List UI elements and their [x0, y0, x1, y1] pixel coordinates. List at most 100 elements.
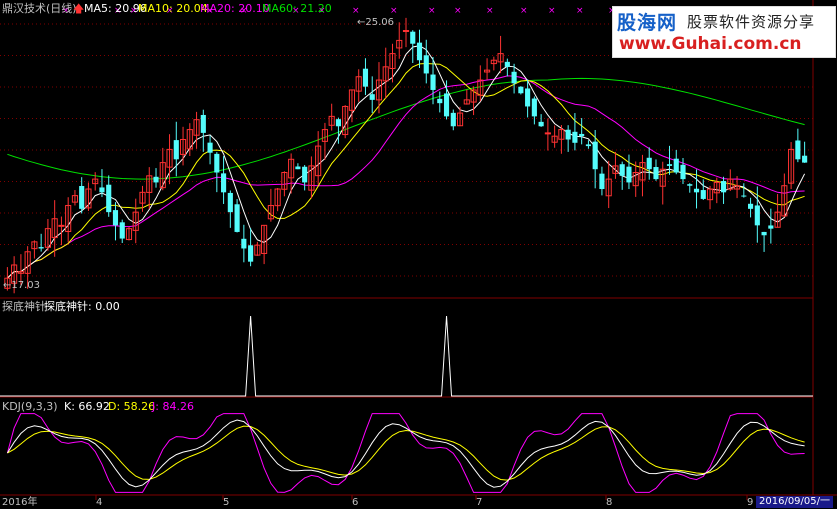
candle-body-down [693, 188, 700, 193]
candle-body-down [437, 98, 443, 104]
cross-marker: × [520, 6, 528, 16]
candle-body-down [666, 164, 673, 166]
kdj-d-line [7, 425, 805, 481]
watermark-logo: 股海网 股票软件资源分享 www.Guhai.com.cn [612, 6, 836, 58]
x-tick-label: 5 [223, 497, 230, 508]
candle-body-down [525, 88, 531, 107]
candle-body-down [511, 71, 517, 84]
stock-chart[interactable]: ××××××××××××××××××××××× [0, 0, 837, 508]
chart-grid [0, 0, 837, 500]
candle-body-down [653, 167, 659, 180]
cross-marker: × [486, 6, 494, 16]
candle-body-down [38, 247, 44, 249]
candle-body-down [416, 42, 423, 61]
candle-body-down [802, 155, 808, 163]
candle-body-down [410, 31, 416, 44]
candle-body-down [592, 141, 598, 170]
candle-body-down [565, 129, 571, 140]
kdj-j-label: J: 84.26 [152, 400, 194, 413]
moving-average-lines [7, 45, 806, 279]
candle-body-down [795, 140, 801, 160]
candle-body-down [599, 173, 605, 190]
kdj-k-label: K: 66.92 [64, 400, 110, 413]
indicator-probe-panel [0, 315, 813, 397]
candle-body-down [626, 166, 632, 183]
cross-marker: × [352, 6, 360, 16]
candle-body-down [579, 133, 585, 137]
cross-marker: × [548, 6, 556, 16]
candle-body-up [402, 30, 410, 33]
cross-marker: × [428, 6, 436, 16]
chart-title: 鼎汉技术(日线) [2, 2, 77, 15]
x-tick-label: 9 [747, 497, 754, 508]
candle-body-down [234, 204, 240, 232]
candle-body-down [430, 74, 436, 90]
candle-body-down [754, 205, 760, 226]
candle-body-down [761, 231, 767, 236]
candle-body-down [119, 222, 125, 239]
candle-body-down [741, 195, 747, 197]
ma5-line [7, 45, 806, 279]
watermark-slogan: 股票软件资源分享 [687, 13, 816, 31]
high-price-annotation: ←25.06 [357, 17, 395, 28]
candle-body-down [214, 153, 220, 173]
candle-body-down [227, 192, 233, 213]
candle-body-down [680, 164, 686, 180]
cross-marker: × [390, 6, 398, 16]
candle-body-down [153, 176, 159, 183]
cursor-date-box: 2016/09/05/一 [756, 496, 834, 508]
watermark-url: www.Guhai.com.cn [619, 34, 802, 54]
low-price-annotation: ←17.03 [3, 280, 41, 291]
candle-body-down [720, 181, 727, 193]
candle-body-down [443, 93, 450, 117]
candle-body-up [58, 224, 65, 227]
candle-body-down [646, 157, 652, 170]
candle-body-down [302, 166, 308, 183]
candle-body-down [619, 164, 625, 176]
candle-body-down [200, 114, 206, 133]
candlestick-series [4, 17, 808, 294]
candle-body-down [518, 86, 524, 94]
candle-body-down [768, 225, 774, 229]
candle-body-down [687, 184, 693, 186]
kdj-j-line [6, 413, 805, 493]
candle-body-down [538, 121, 544, 127]
candle-body-down [248, 245, 254, 262]
candle-body-down [504, 61, 510, 67]
candle-body-down [335, 119, 342, 127]
candle-body-down [362, 68, 369, 87]
up-arrow-icon: 🡅 [73, 2, 85, 15]
candle-body-down [99, 187, 105, 193]
x-tick-label: 6 [352, 497, 359, 508]
cross-marker: × [454, 6, 462, 16]
indicator1-label: 探底神针: 0.00 [44, 300, 120, 313]
x-tick-label: 4 [96, 497, 103, 508]
x-tick-label: 7 [476, 497, 483, 508]
candle-body-down [79, 186, 85, 209]
kdj-d-label: D: 58.26 [108, 400, 156, 413]
candle-body-down [112, 210, 119, 226]
candle-body-down [700, 190, 706, 199]
ma60-label: MA60: 21.20 [262, 2, 332, 15]
watermark-brand: 股海网 [617, 12, 678, 34]
candle-body-down [295, 166, 301, 170]
candle-body-down [531, 98, 537, 117]
indicator1-name: 探底神针 [2, 300, 46, 313]
kdj-name: KDJ(9,3,3) [2, 400, 58, 413]
candle-body-down [585, 144, 591, 147]
candle-body-up [544, 132, 551, 135]
candle-body-down [173, 140, 179, 160]
candle-body-down [207, 142, 213, 153]
candle-body-down [423, 55, 429, 74]
x-tick-label: 8 [606, 497, 613, 508]
x-tick-start: 2016年 [2, 497, 38, 508]
ma20-label: MA20: 20.10 [200, 2, 270, 15]
candle-body-down [221, 173, 227, 193]
indicator-kdj-panel [6, 413, 805, 493]
ma10-label: MA10: 20.04 [138, 2, 208, 15]
cross-marker: × [576, 6, 584, 16]
candle-body-down [572, 131, 578, 143]
candle-body-down [673, 158, 679, 173]
candle-body-down [106, 184, 112, 213]
candle-body-down [450, 112, 456, 127]
